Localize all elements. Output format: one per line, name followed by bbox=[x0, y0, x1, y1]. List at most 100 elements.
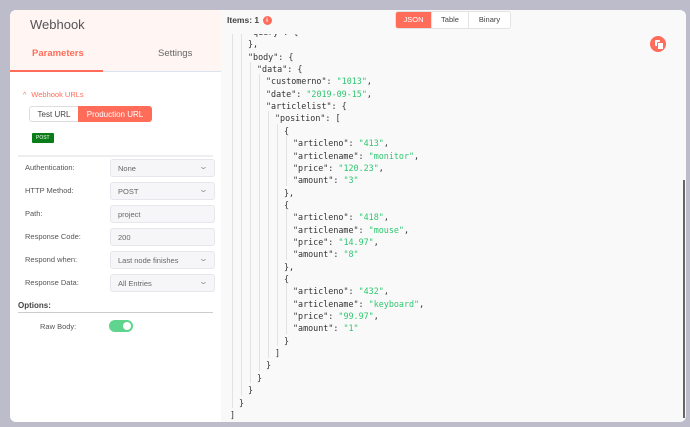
field-value: POST bbox=[118, 187, 139, 196]
view-binary-button[interactable]: Binary bbox=[469, 12, 510, 28]
indent-guide bbox=[286, 210, 287, 260]
json-key: price bbox=[298, 236, 324, 247]
json-line: "articlename": "keyboard", bbox=[293, 298, 425, 309]
json-line: "articlename": "monitor", bbox=[293, 150, 420, 161]
node-title: Webhook bbox=[30, 17, 85, 32]
json-line: }, bbox=[284, 188, 294, 200]
field-value: All Entries bbox=[118, 279, 152, 288]
json-line: } bbox=[284, 336, 289, 348]
json-punct: } bbox=[257, 372, 263, 383]
json-line: { bbox=[284, 274, 289, 286]
json-line: { bbox=[284, 200, 289, 212]
raw-body-label: Raw Body: bbox=[40, 322, 77, 331]
json-line: "amount": "1" bbox=[293, 323, 359, 334]
json-key: customerno bbox=[271, 76, 322, 87]
json-punct: } bbox=[239, 397, 245, 408]
options-label: Options: bbox=[18, 301, 51, 310]
copy-icon[interactable] bbox=[650, 36, 666, 52]
chevron-down-icon: ⌄ bbox=[198, 162, 209, 171]
json-punct: { bbox=[297, 64, 303, 75]
json-string: 14.97 bbox=[343, 236, 369, 247]
json-line: "price": "14.97", bbox=[293, 236, 379, 247]
tab-divider bbox=[103, 71, 221, 72]
panel-header: Webhook Parameters Settings bbox=[10, 10, 221, 72]
view-switcher: JSON Table Binary bbox=[395, 11, 511, 29]
json-punct: } bbox=[284, 335, 290, 346]
view-table-button[interactable]: Table bbox=[432, 12, 469, 28]
indent-guide bbox=[259, 74, 260, 371]
method-badge: POST bbox=[32, 133, 54, 143]
json-key: articlename bbox=[298, 150, 354, 161]
json-line: "position": [ bbox=[275, 113, 341, 124]
raw-body-toggle[interactable] bbox=[109, 320, 133, 332]
field-label: Response Code: bbox=[25, 232, 81, 241]
field-label: HTTP Method: bbox=[25, 186, 74, 195]
field-select[interactable]: POST ⌄ bbox=[110, 182, 215, 200]
field-label: Respond when: bbox=[25, 255, 78, 264]
test-url-button[interactable]: Test URL bbox=[29, 106, 79, 122]
view-json-button[interactable]: JSON bbox=[396, 12, 432, 28]
indent-guide bbox=[286, 136, 287, 186]
field-label: Response Data: bbox=[25, 278, 79, 287]
json-line: "price": "99.97", bbox=[293, 311, 379, 322]
json-string: keyboard bbox=[373, 298, 415, 309]
indent-guide bbox=[232, 34, 233, 408]
json-string: 418 bbox=[363, 212, 379, 223]
json-line: "articleno": "418", bbox=[293, 212, 389, 223]
json-key: price bbox=[298, 162, 324, 173]
json-punct: { bbox=[288, 51, 294, 62]
items-count-label: Items: 1 bbox=[227, 15, 260, 25]
form-row: Response Code: 200 bbox=[25, 228, 215, 246]
json-punct: }, bbox=[284, 261, 295, 272]
json-line: "articleno": "432", bbox=[293, 286, 389, 297]
json-key: articlelist bbox=[271, 101, 327, 112]
json-string: 120.23 bbox=[343, 162, 374, 173]
webhook-urls-toggle[interactable]: ^ Webhook URLs bbox=[23, 90, 84, 99]
json-key: data bbox=[262, 64, 283, 75]
field-label: Path: bbox=[25, 209, 43, 218]
json-line: "articleno": "413", bbox=[293, 138, 389, 149]
json-key: price bbox=[298, 311, 324, 322]
json-string: 8 bbox=[348, 249, 354, 260]
json-punct: } bbox=[248, 385, 254, 396]
tab-settings[interactable]: Settings bbox=[158, 48, 192, 59]
json-string: 1013 bbox=[341, 76, 362, 87]
node-parameters-panel: Webhook Parameters Settings ^ Webhook URL… bbox=[10, 10, 221, 422]
json-key: date bbox=[271, 88, 292, 99]
json-line: } bbox=[248, 385, 253, 397]
json-key: articleno bbox=[298, 286, 344, 297]
json-punct: ] bbox=[230, 409, 236, 420]
json-punct: }, bbox=[284, 187, 295, 198]
scrollbar[interactable] bbox=[683, 180, 685, 418]
tab-parameters[interactable]: Parameters bbox=[32, 48, 84, 59]
field-select[interactable]: Last node finishes ⌄ bbox=[110, 251, 215, 269]
json-punct: } bbox=[266, 360, 272, 371]
field-select[interactable]: None ⌄ bbox=[110, 159, 215, 177]
json-string: 413 bbox=[363, 138, 379, 149]
field-input[interactable]: project bbox=[110, 205, 215, 223]
indent-guide bbox=[241, 34, 242, 396]
info-icon[interactable]: i bbox=[262, 16, 272, 25]
chevron-down-icon: ⌄ bbox=[198, 254, 209, 263]
json-line: "articlelist": { bbox=[266, 101, 347, 112]
json-line: "amount": "8" bbox=[293, 249, 359, 260]
field-select[interactable]: All Entries ⌄ bbox=[110, 274, 215, 292]
json-string: 3 bbox=[348, 175, 354, 186]
json-punct: { bbox=[293, 27, 299, 37]
divider bbox=[18, 312, 213, 313]
form-row: Response Data: All Entries ⌄ bbox=[25, 274, 215, 292]
chevron-down-icon: ⌄ bbox=[198, 185, 209, 194]
json-key: articleno bbox=[298, 138, 344, 149]
field-input[interactable]: 200 bbox=[110, 228, 215, 246]
form-row: Path: project bbox=[25, 205, 215, 223]
production-url-button[interactable]: Production URL bbox=[78, 106, 152, 122]
json-line: "customerno": "1013", bbox=[266, 76, 372, 87]
json-line: "date": "2019-09-15", bbox=[266, 88, 372, 99]
json-line: { bbox=[284, 126, 289, 138]
form-row: Authentication: None ⌄ bbox=[25, 159, 215, 177]
field-value: None bbox=[118, 164, 136, 173]
json-string: 2019-09-15 bbox=[311, 88, 362, 99]
json-key: amount bbox=[298, 323, 329, 334]
json-line: "data": { bbox=[257, 64, 303, 75]
form-row: Respond when: Last node finishes ⌄ bbox=[25, 251, 215, 269]
